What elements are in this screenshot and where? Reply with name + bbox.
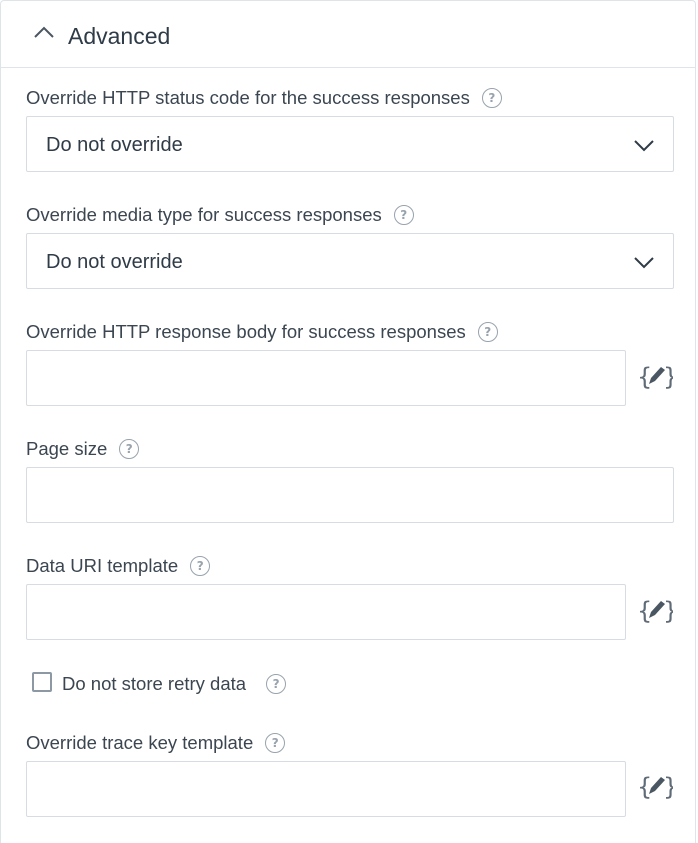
trace-key-input[interactable] xyxy=(26,761,626,817)
chevron-up-icon xyxy=(34,26,54,38)
help-icon[interactable]: ? xyxy=(265,733,286,753)
retry-label: Do not store retry data ? xyxy=(62,673,287,695)
advanced-panel: Advanced Override HTTP status code for t… xyxy=(0,0,696,843)
page-size-label: Page size ? xyxy=(26,438,140,460)
svg-text:{: { xyxy=(637,773,652,801)
help-icon[interactable]: ? xyxy=(266,674,287,694)
svg-text:}: } xyxy=(663,363,673,391)
help-icon[interactable]: ? xyxy=(477,322,498,342)
expression-editor-icon[interactable]: { } xyxy=(637,772,673,802)
svg-text:{: { xyxy=(637,597,652,625)
svg-text:}: } xyxy=(663,773,673,801)
expression-editor-icon[interactable]: { } xyxy=(637,362,673,392)
trace-key-label: Override trace key template ? xyxy=(26,732,286,754)
status-code-label: Override HTTP status code for the succes… xyxy=(26,87,502,109)
chevron-down-icon xyxy=(634,140,654,152)
status-code-select-value: Do not override xyxy=(46,134,183,156)
chevron-down-icon xyxy=(634,257,654,269)
retry-label-text[interactable]: Do not store retry data xyxy=(62,673,246,695)
page-size-label-text: Page size xyxy=(26,438,108,459)
help-icon[interactable]: ? xyxy=(393,205,414,225)
data-uri-label: Data URI template ? xyxy=(26,555,211,577)
status-code-label-text: Override HTTP status code for the succes… xyxy=(26,87,470,108)
advanced-section-header[interactable]: Advanced xyxy=(1,1,695,68)
svg-text:}: } xyxy=(663,597,673,625)
data-uri-label-text: Data URI template xyxy=(26,555,179,576)
data-uri-input[interactable] xyxy=(26,584,626,640)
expression-editor-icon[interactable]: { } xyxy=(637,596,673,626)
section-title: Advanced xyxy=(68,23,171,49)
retry-checkbox[interactable] xyxy=(32,672,52,692)
response-body-input[interactable] xyxy=(26,350,626,406)
help-icon[interactable]: ? xyxy=(481,88,502,108)
svg-text:{: { xyxy=(637,363,652,391)
help-icon[interactable]: ? xyxy=(119,439,140,459)
response-body-label: Override HTTP response body for success … xyxy=(26,321,498,343)
page-size-input[interactable] xyxy=(26,467,674,523)
status-code-select[interactable]: Do not override xyxy=(26,116,674,172)
response-body-label-text: Override HTTP response body for success … xyxy=(26,321,466,342)
media-type-label-text: Override media type for success response… xyxy=(26,204,382,225)
media-type-label: Override media type for success response… xyxy=(26,204,414,226)
media-type-select[interactable]: Do not override xyxy=(26,233,674,289)
help-icon[interactable]: ? xyxy=(190,556,211,576)
trace-key-label-text: Override trace key template xyxy=(26,732,254,753)
media-type-select-value: Do not override xyxy=(46,251,183,273)
